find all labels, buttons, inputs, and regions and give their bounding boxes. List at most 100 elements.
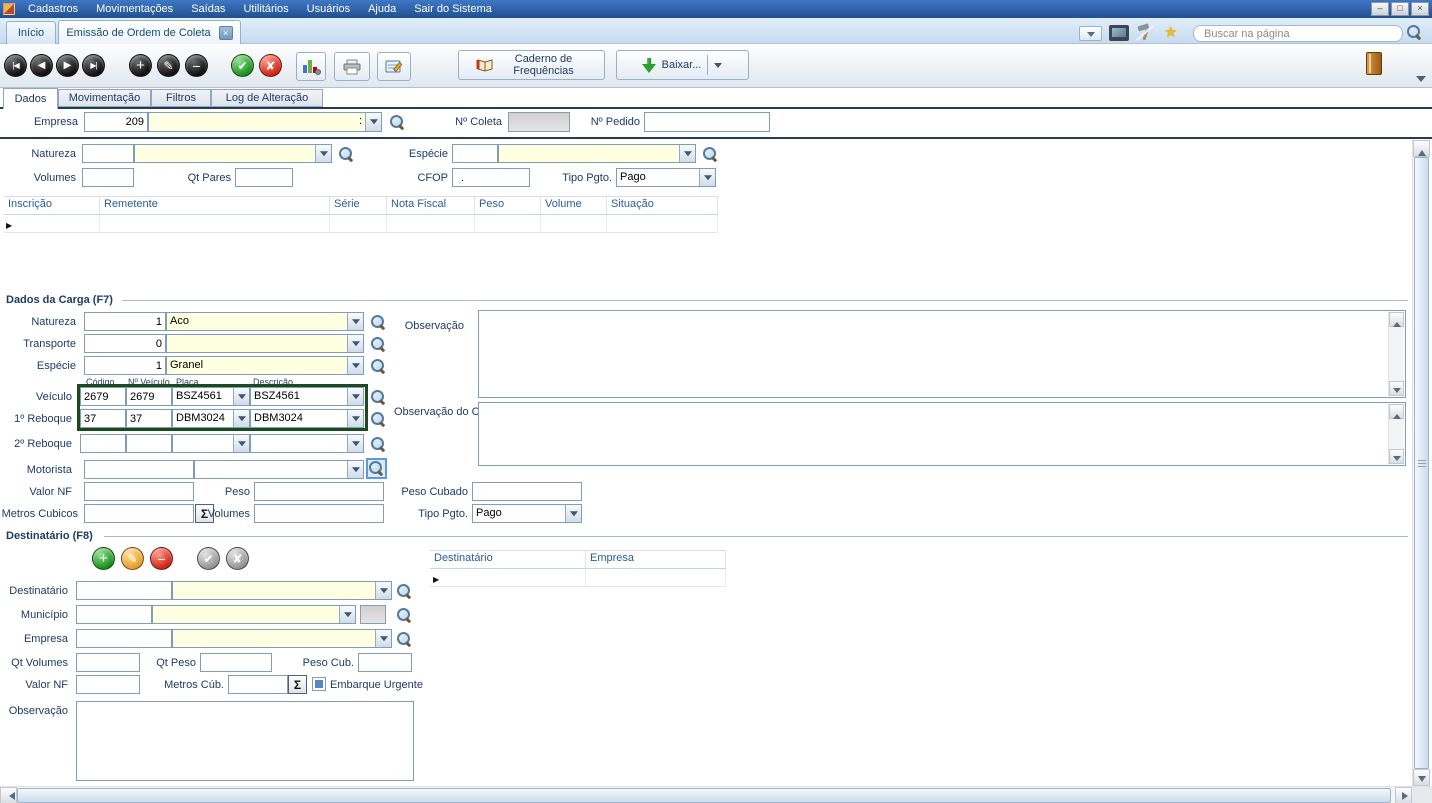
table-row[interactable] xyxy=(430,569,726,587)
carga-natureza-search-icon[interactable] xyxy=(370,314,386,330)
n-pedido-input[interactable] xyxy=(644,112,770,132)
reboque1-num-input[interactable] xyxy=(126,409,172,428)
chevron-down-icon[interactable] xyxy=(339,606,355,623)
chevron-down-icon[interactable] xyxy=(347,435,363,452)
vertical-scrollbar[interactable] xyxy=(1412,140,1429,786)
veiculo-placa-combo[interactable]: BSZ4561 xyxy=(172,387,250,406)
monitor-icon[interactable] xyxy=(1109,25,1129,41)
tab-close-icon[interactable]: × xyxy=(219,26,233,40)
veiculo-num-input[interactable] xyxy=(126,387,172,406)
chevron-down-icon[interactable] xyxy=(347,357,363,374)
reboque2-num-input[interactable] xyxy=(126,434,172,453)
natureza-search-icon[interactable] xyxy=(338,146,354,162)
menu-usuarios[interactable]: Usuários xyxy=(298,0,359,18)
metros-cub-input[interactable] xyxy=(228,675,288,694)
qt-peso-input[interactable] xyxy=(200,653,272,672)
observacao-textarea[interactable] xyxy=(478,310,1406,398)
tab-inicio[interactable]: Início xyxy=(6,21,56,44)
carga-valor-nf-input[interactable] xyxy=(84,482,194,501)
destinatario-search-icon[interactable] xyxy=(396,583,412,599)
reboque2-placa-combo[interactable] xyxy=(172,434,250,453)
dest-add-button[interactable]: + xyxy=(92,547,115,570)
table-row[interactable] xyxy=(4,215,718,233)
tab-dados[interactable]: Dados xyxy=(3,88,58,109)
carga-natureza-combo[interactable]: Aco xyxy=(166,312,364,331)
destinatario-code-input[interactable] xyxy=(76,581,172,600)
menu-sair[interactable]: Sair do Sistema xyxy=(405,0,501,18)
carga-especie-search-icon[interactable] xyxy=(370,358,386,374)
municipio-combo[interactable] xyxy=(152,605,356,624)
carga-peso-input[interactable] xyxy=(254,482,384,501)
menu-utilitarios[interactable]: Utilitários xyxy=(234,0,297,18)
veiculo-codigo-input[interactable] xyxy=(80,387,126,406)
scroll-up-icon[interactable] xyxy=(1413,140,1430,157)
dest-confirm-button[interactable]: ✔ xyxy=(197,547,220,570)
chevron-down-icon[interactable] xyxy=(565,505,581,522)
print-button[interactable] xyxy=(334,52,370,81)
chevron-down-icon[interactable] xyxy=(347,313,363,330)
chevron-down-icon[interactable] xyxy=(375,630,391,647)
carga-natureza-code-input[interactable] xyxy=(84,312,166,331)
peso-cub-input[interactable] xyxy=(358,653,412,672)
chevron-down-icon[interactable] xyxy=(347,388,363,405)
tipo-pgto-combo[interactable]: Pago xyxy=(616,168,716,187)
document-edit-button[interactable] xyxy=(377,52,411,81)
search-input[interactable] xyxy=(1194,26,1402,41)
reboque1-placa-combo[interactable]: DBM3024 xyxy=(172,409,250,428)
scroll-right-icon[interactable] xyxy=(1395,787,1412,803)
carga-volumes-input[interactable] xyxy=(254,504,384,523)
scroll-down-icon[interactable] xyxy=(1389,449,1404,464)
carga-especie-combo[interactable]: Granel xyxy=(166,356,364,375)
tab-list-dropdown[interactable] xyxy=(1079,26,1102,41)
chevron-down-icon[interactable] xyxy=(233,410,249,427)
nav-next-button[interactable]: ▶ xyxy=(56,54,79,77)
chevron-down-icon[interactable] xyxy=(365,113,381,131)
destinatario-combo[interactable] xyxy=(172,581,392,600)
menu-cadastros[interactable]: Cadastros xyxy=(19,0,87,18)
textarea-scrollbar[interactable] xyxy=(1388,404,1404,464)
especie-code-input[interactable] xyxy=(452,144,498,163)
motorista-search-button[interactable] xyxy=(366,458,387,479)
maximize-button[interactable]: □ xyxy=(1391,2,1409,16)
chevron-down-icon[interactable] xyxy=(347,410,363,427)
tab-emissao-ordem-coleta[interactable]: Emissão de Ordem de Coleta × xyxy=(58,20,241,44)
hammer-icon[interactable] xyxy=(1135,23,1156,43)
especie-combo[interactable] xyxy=(498,144,696,163)
tab-filtros[interactable]: Filtros xyxy=(151,89,211,107)
nav-last-button[interactable]: ▶| xyxy=(82,54,105,77)
transporte-code-input[interactable] xyxy=(84,334,166,353)
carga-tipo-pgto-combo[interactable]: Pago xyxy=(472,504,582,523)
nav-prev-button[interactable]: ◀ xyxy=(30,54,53,77)
horizontal-scrollbar[interactable] xyxy=(0,786,1432,803)
edit-button[interactable]: ✎ xyxy=(157,54,180,77)
natureza-code-input[interactable] xyxy=(82,144,134,163)
close-button[interactable]: × xyxy=(1411,2,1429,16)
chevron-down-icon[interactable] xyxy=(347,461,363,478)
obs-conhecimento-textarea[interactable] xyxy=(478,402,1406,466)
municipio-search-icon[interactable] xyxy=(396,607,412,623)
baixar-button[interactable]: Baixar... xyxy=(616,50,749,80)
municipio-code-input[interactable] xyxy=(76,605,152,624)
dest-empresa-search-icon[interactable] xyxy=(396,631,412,647)
scroll-left-icon[interactable] xyxy=(0,787,17,803)
reboque1-descricao-combo[interactable]: DBM3024 xyxy=(250,409,364,428)
remove-button[interactable]: − xyxy=(185,54,208,77)
dest-sigma-button[interactable]: Σ xyxy=(288,675,307,694)
veiculo-search-icon[interactable] xyxy=(370,389,386,405)
reboque2-descricao-combo[interactable] xyxy=(250,434,364,453)
empresa-search-icon[interactable] xyxy=(389,114,405,130)
volumes-input[interactable] xyxy=(82,168,134,187)
chevron-down-icon[interactable] xyxy=(315,145,331,162)
natureza-combo[interactable] xyxy=(134,144,332,163)
reboque2-codigo-input[interactable] xyxy=(80,434,126,453)
chevron-down-icon[interactable] xyxy=(699,169,715,186)
qt-volumes-input[interactable] xyxy=(76,653,140,672)
tab-log-alteracao[interactable]: Log de Alteração xyxy=(211,89,323,107)
empresa-combo[interactable]: : xyxy=(148,112,382,132)
dest-valor-nf-input[interactable] xyxy=(76,675,140,694)
caderno-frequencias-button[interactable]: Caderno de Frequências xyxy=(458,50,605,80)
menu-movimentacoes[interactable]: Movimentações xyxy=(87,0,182,18)
chart-button[interactable] xyxy=(296,52,326,81)
carga-especie-code-input[interactable] xyxy=(84,356,166,375)
search-icon[interactable] xyxy=(1406,24,1422,40)
